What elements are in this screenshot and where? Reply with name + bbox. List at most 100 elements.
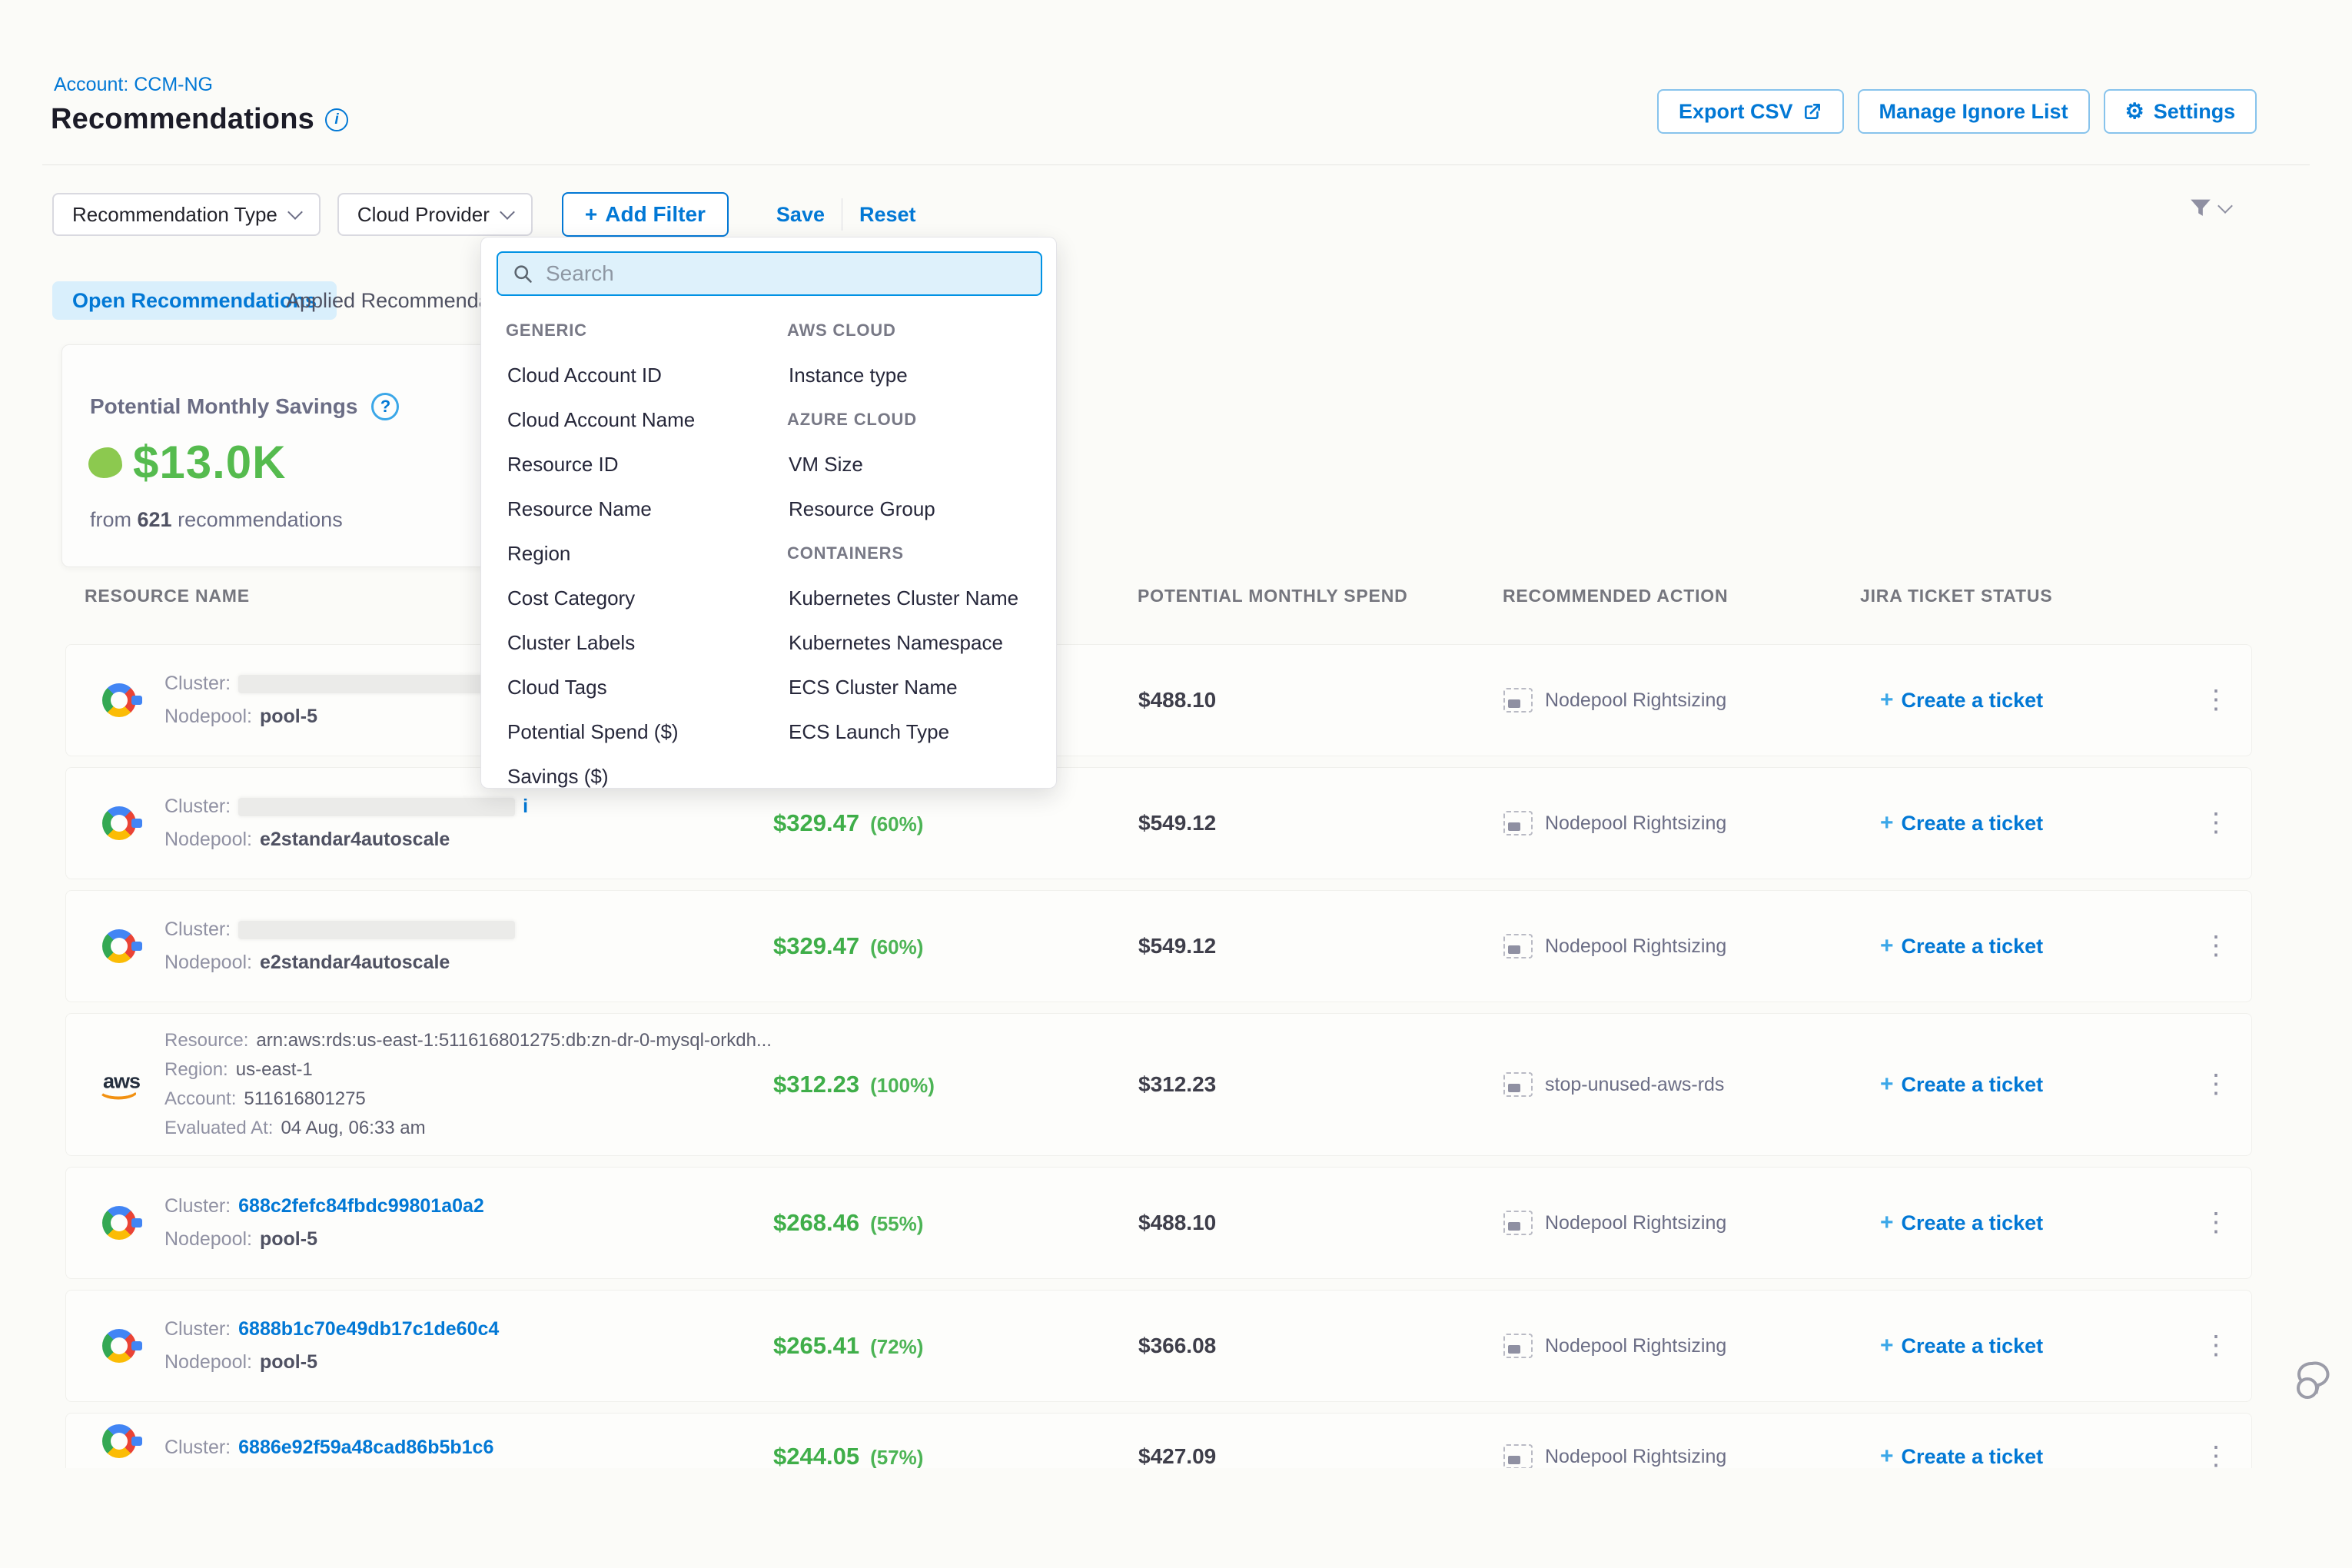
- row-menu-kebab-icon[interactable]: ⋮: [2203, 689, 2229, 710]
- savings-percent: (60%): [870, 935, 923, 959]
- filter-option-cloud-account-id[interactable]: Cloud Account ID: [506, 353, 767, 397]
- manage-ignore-list-label: Manage Ignore List: [1879, 100, 2068, 124]
- reset-filter-button[interactable]: Reset: [859, 203, 916, 227]
- chevron-down-icon: [2217, 198, 2233, 214]
- section-aws-cloud: AWS CLOUD: [787, 308, 1041, 353]
- account-breadcrumb[interactable]: Account: CCM-NG: [54, 74, 213, 96]
- dropdown-search-input[interactable]: [546, 261, 1027, 286]
- monthly-savings-value: $244.05: [773, 1443, 859, 1468]
- table-row[interactable]: aws Resource:arn:aws:rds:us-east-1:51161…: [65, 1013, 2252, 1156]
- filter-option-resource-id[interactable]: Resource ID: [506, 442, 767, 487]
- support-chat-icon[interactable]: [2294, 1357, 2340, 1410]
- account-value: 511616801275: [244, 1088, 365, 1110]
- column-jira-ticket-status: JIRA TICKET STATUS: [1860, 586, 2052, 606]
- filter-option-potential-spend[interactable]: Potential Spend ($): [506, 709, 767, 754]
- nodepool-value: pool-5: [260, 1351, 317, 1374]
- monthly-savings-value: $268.46: [773, 1209, 859, 1237]
- table-row[interactable]: Cluster: Nodepool:e2standar4autoscale $3…: [65, 890, 2252, 1002]
- add-filter-button[interactable]: + Add Filter: [562, 192, 729, 237]
- potential-spend-value: $488.10: [1138, 688, 1216, 713]
- column-potential-monthly-spend: POTENTIAL MONTHLY SPEND: [1138, 586, 1408, 606]
- nodepool-label: Nodepool:: [164, 706, 252, 728]
- savings-card-title: Potential Monthly Savings: [90, 394, 357, 419]
- table-row[interactable]: Cluster:688c2fefc84fbdc99801a0a2 Nodepoo…: [65, 1167, 2252, 1279]
- page-title-row: Recommendations i: [51, 103, 348, 136]
- cluster-link[interactable]: 688c2fefc84fbdc99801a0a2: [238, 1195, 484, 1218]
- create-ticket-label: Create a ticket: [1902, 689, 2044, 713]
- cloud-provider-label: Cloud Provider: [357, 203, 490, 227]
- cluster-link[interactable]: 6886e92f59a48cad86b5b1c6: [238, 1437, 493, 1459]
- filter-option-instance-type[interactable]: Instance type: [787, 353, 1041, 397]
- cloud-provider-filter[interactable]: Cloud Provider: [337, 193, 533, 236]
- savings-percent: (72%): [870, 1335, 923, 1359]
- filter-option-ecs-cluster-name[interactable]: ECS Cluster Name: [787, 665, 1041, 709]
- filter-option-resource-group[interactable]: Resource Group: [787, 487, 1041, 531]
- filter-option-cloud-account-name[interactable]: Cloud Account Name: [506, 397, 767, 442]
- manage-ignore-list-button[interactable]: Manage Ignore List: [1858, 89, 2090, 134]
- header-divider: [42, 164, 2310, 165]
- create-ticket-button[interactable]: +Create a ticket: [1880, 1333, 2043, 1359]
- info-icon[interactable]: i: [325, 108, 348, 131]
- plus-icon: +: [1880, 1333, 1894, 1359]
- potential-spend-value: $549.12: [1138, 934, 1216, 958]
- plus-icon: +: [1880, 1071, 1894, 1098]
- row-menu-kebab-icon[interactable]: ⋮: [2203, 935, 2229, 956]
- filter-option-kubernetes-namespace[interactable]: Kubernetes Namespace: [787, 620, 1041, 665]
- nodepool-label: Nodepool:: [164, 829, 252, 851]
- settings-button[interactable]: ⚙ Settings: [2104, 89, 2257, 134]
- potential-spend-value: $549.12: [1138, 811, 1216, 835]
- row-menu-kebab-icon[interactable]: ⋮: [2203, 1446, 2229, 1467]
- savings-sub-suffix: recommendations: [178, 508, 343, 531]
- nodepool-label: Nodepool:: [164, 1228, 252, 1251]
- row-menu-kebab-icon[interactable]: ⋮: [2203, 1212, 2229, 1233]
- nodepool-label: Nodepool:: [164, 1351, 252, 1374]
- recommendation-icon: [1503, 1211, 1533, 1235]
- table-row[interactable]: Cluster: Nodepool:pool-5 $488.10 Nodepoo…: [65, 644, 2252, 756]
- help-icon[interactable]: ?: [371, 393, 399, 420]
- row-menu-kebab-icon[interactable]: ⋮: [2203, 812, 2229, 833]
- cluster-label: Cluster:: [164, 919, 231, 941]
- filter-option-region[interactable]: Region: [506, 531, 767, 576]
- plus-icon: +: [1880, 933, 1894, 959]
- chevron-down-icon: [287, 204, 303, 220]
- export-csv-button[interactable]: Export CSV: [1657, 89, 1844, 134]
- filter-option-cloud-tags[interactable]: Cloud Tags: [506, 665, 767, 709]
- gear-icon: ⚙: [2125, 101, 2144, 122]
- cluster-link[interactable]: 6888b1c70e49db17c1de60c4: [238, 1318, 499, 1340]
- table-row[interactable]: Cluster:6888b1c70e49db17c1de60c4 Nodepoo…: [65, 1290, 2252, 1402]
- column-resource-name: RESOURCE NAME: [85, 586, 250, 606]
- save-filter-button[interactable]: Save: [776, 203, 825, 227]
- table-row[interactable]: Cluster:6886e92f59a48cad86b5b1c6 $244.05…: [65, 1413, 2252, 1468]
- create-ticket-button[interactable]: +Create a ticket: [1880, 933, 2043, 959]
- potential-spend-value: $366.08: [1138, 1334, 1216, 1358]
- create-ticket-button[interactable]: +Create a ticket: [1880, 1071, 2043, 1098]
- filter-option-cost-category[interactable]: Cost Category: [506, 576, 767, 620]
- plus-icon: +: [1880, 687, 1894, 713]
- filter-option-resource-name[interactable]: Resource Name: [506, 487, 767, 531]
- gcp-icon: [98, 806, 145, 840]
- dropdown-cloud-column: AWS CLOUD Instance type AZURE CLOUD VM S…: [787, 308, 1041, 754]
- dropdown-search-box[interactable]: [497, 251, 1042, 296]
- filter-panel-toggle[interactable]: [2188, 195, 2231, 221]
- filter-option-cluster-labels[interactable]: Cluster Labels: [506, 620, 767, 665]
- plus-icon: +: [585, 202, 597, 227]
- create-ticket-button[interactable]: +Create a ticket: [1880, 1210, 2043, 1236]
- gcp-icon: [98, 1329, 145, 1363]
- dropdown-generic-column: GENERIC Cloud Account ID Cloud Account N…: [506, 308, 767, 799]
- filter-option-ecs-launch-type[interactable]: ECS Launch Type: [787, 709, 1041, 754]
- filter-option-savings[interactable]: Savings ($): [506, 754, 767, 799]
- create-ticket-button[interactable]: +Create a ticket: [1880, 810, 2043, 836]
- recommendation-icon: [1503, 811, 1533, 835]
- filter-option-vm-size[interactable]: VM Size: [787, 442, 1041, 487]
- potential-spend-value: $488.10: [1138, 1211, 1216, 1235]
- create-ticket-button[interactable]: + Create a ticket: [1880, 687, 2043, 713]
- row-menu-kebab-icon[interactable]: ⋮: [2203, 1074, 2229, 1095]
- recommendation-type-filter[interactable]: Recommendation Type: [52, 193, 321, 236]
- create-ticket-button[interactable]: +Create a ticket: [1880, 1443, 2043, 1468]
- filter-option-kubernetes-cluster-name[interactable]: Kubernetes Cluster Name: [787, 576, 1041, 620]
- export-csv-label: Export CSV: [1679, 100, 1793, 124]
- table-row[interactable]: Cluster:i Nodepool:e2standar4autoscale $…: [65, 767, 2252, 879]
- row-menu-kebab-icon[interactable]: ⋮: [2203, 1335, 2229, 1356]
- chevron-down-icon: [500, 204, 515, 220]
- section-generic: GENERIC: [506, 308, 767, 353]
